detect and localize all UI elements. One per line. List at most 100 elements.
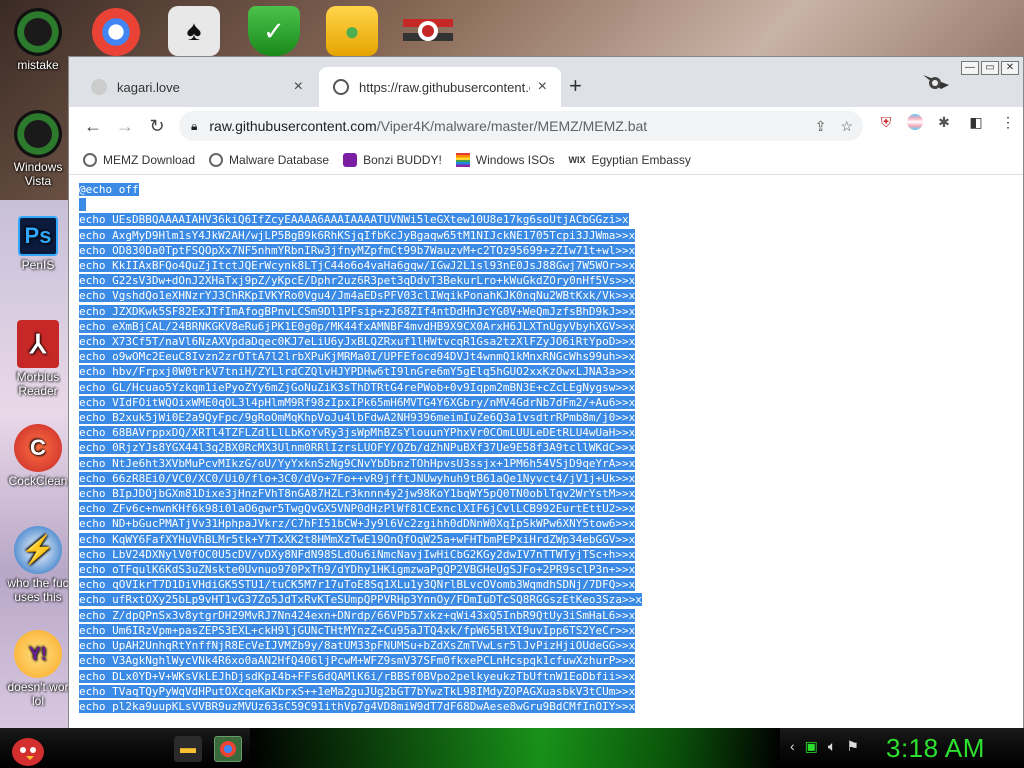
bookmark-bonzi-buddy[interactable]: Bonzi BUDDY! [343, 152, 442, 167]
back-button[interactable]: ← [77, 110, 109, 142]
code-line: echo JZXDKwk5SF82ExJTfImAfogBPnvLCSm9Dl1… [79, 304, 636, 318]
code-line: echo AxgMyD9Hlm1sY4JkW2AH/wjLP5BgB9k6RhK… [79, 228, 636, 242]
menu-dots-icon[interactable]: ⋮ [997, 111, 1019, 133]
code-line: echo UpAH2UnhqRtYnffNjR8EcVeIJVMZb9y/8at… [79, 639, 636, 653]
wix-icon: WIX [568, 154, 586, 165]
bookmark-windows-isos[interactable]: Windows ISOs [455, 152, 554, 167]
chrome-window: kagari.love × https://raw.githubusercont… [68, 56, 1024, 729]
code-line: echo VgshdQo1eXHNzrYJ3ChRKpIVKYRo0Vgu4/J… [79, 289, 636, 303]
code-line: echo 66zR8Ei0/VC0/XC0/Ui0/flo+3C0/dVo+7F… [79, 471, 636, 485]
desktop-icon-windows-vista[interactable]: Windows Vista [3, 110, 73, 188]
code-line: echo LbV24DXNylV0fOC0U5cDV/vDXy8NFdN98SL… [79, 547, 636, 561]
taskbar-clock[interactable]: 3:18 AM [886, 733, 985, 764]
kagari-favicon-icon [91, 79, 107, 95]
code-line: echo ufRxtOXy25bLp9vHT1vG37Zo5JdTxRvKTeS… [79, 593, 642, 607]
globe-icon [83, 152, 97, 167]
desktop-icon-penis[interactable]: Ps PenIS [3, 216, 73, 272]
code-line: echo X73Cf5T/naVl6NzAXVpdaDqec0KJ7eLiU6y… [79, 335, 636, 349]
desktop-icon-label: doesn't wor lol [7, 680, 69, 708]
file-explorer-task-icon[interactable]: ▬ [174, 736, 202, 762]
ublock-icon[interactable]: ⛨ [875, 111, 897, 133]
desktop-icon-label: Windows Vista [13, 160, 63, 188]
bad-piggies-icon[interactable]: ● [326, 6, 378, 56]
incognito-spy-icon[interactable] [921, 69, 951, 93]
minimize-button[interactable]: — [961, 61, 979, 75]
desktop-icon-label: who the fuc uses this [7, 576, 69, 604]
reload-button[interactable]: ↻ [141, 110, 173, 142]
bookmark-star-icon[interactable]: ☆ [840, 118, 853, 135]
code-line: @echo off [79, 183, 139, 196]
code-line: echo TVaqTQyPyWqVdHPutOXcqeKaKbrxS++1eMa… [79, 684, 636, 698]
angry-bird-start-icon[interactable] [8, 730, 48, 768]
code-line: echo KqWY6FafXYHuVhBLMr5tk+Y7TxXK2t8HMmX… [79, 532, 636, 546]
tab-close-icon[interactable]: × [294, 78, 303, 96]
desktop-icon-label: Morbius Reader [16, 370, 60, 398]
tab-strip: kagari.love × https://raw.githubusercont… [69, 57, 1023, 107]
side-panel-icon[interactable]: ◧ [965, 111, 987, 133]
system-tray: ‹ ▣ 🔈︎ ⚑ [790, 738, 859, 755]
close-window-button[interactable]: ✕ [1001, 61, 1019, 75]
chrome-desktop-icon[interactable] [92, 8, 140, 56]
forward-button[interactable]: → [109, 110, 141, 142]
solitaire-icon[interactable]: ♠ [168, 6, 220, 56]
yahoo-messenger-icon: Y! [14, 630, 62, 678]
hammer-sickle-icon[interactable] [402, 6, 454, 56]
network-icon[interactable]: ▣ [805, 738, 818, 755]
code-line: echo hbv/Frpxj0W0trkV7tniH/ZYLlrdCZQlvHJ… [79, 365, 636, 379]
bookmark-egyptian-embassy[interactable]: WIX Egyptian Embassy [568, 153, 690, 167]
mistake-icon [14, 8, 62, 56]
tab-close-icon[interactable]: × [538, 78, 547, 96]
code-line: echo VIdFOitWQOixWME0qOL3l4pHlmM9Rf98zIp… [79, 395, 636, 409]
rainbow-flag-icon [455, 152, 470, 167]
code-line: echo V3AgkNghlWycVNk4R6xo0aAN2HfQ406ljPc… [79, 654, 636, 668]
security-shield-icon[interactable]: ✓ [248, 6, 300, 56]
address-bar[interactable]: 🔒︎ raw.githubusercontent.com/Viper4K/mal… [179, 111, 863, 141]
photoshop-icon: Ps [18, 216, 58, 256]
url-host: raw.githubusercontent.com [209, 118, 377, 134]
bookmark-malware-database[interactable]: Malware Database [209, 152, 329, 167]
code-line: echo G22sV3Dw+dOnJ2XHaTxj9pZ/yKpcE/Dphr2… [79, 274, 636, 288]
url-path: /Viper4K/malware/master/MEMZ/MEMZ.bat [376, 118, 648, 134]
code-line: echo ND+bGucPMATjVv31HphpaJVkrz/C7hFI51b… [79, 517, 636, 531]
code-line: echo 0RjzYJs8YGX44l3q2BX0RcMX3Ulnm0RRlIz… [79, 441, 636, 455]
flag-icon[interactable]: ⚑ [846, 738, 859, 755]
desktop-icon-doesnt-work[interactable]: Y! doesn't wor lol [3, 630, 73, 708]
code-line [79, 198, 86, 212]
chrome-task-icon[interactable] [214, 736, 242, 762]
share-icon[interactable]: ⇪ [815, 118, 827, 135]
bookmarks-bar: MEMZ Download Malware Database Bonzi BUD… [69, 145, 1023, 175]
globe-icon [209, 152, 224, 167]
code-line: echo qOVIkrT7D1DiVHdiGK5STU1/tuCK5M7r17u… [79, 578, 636, 592]
volume-icon[interactable]: 🔈︎ [828, 738, 836, 755]
code-line: echo B2xuk5jWi0E2a9QyFpc/9gRoOmMqKhpVoJu… [79, 411, 636, 425]
tray-chevron-icon[interactable]: ‹ [790, 738, 795, 755]
desktop-icon-cockclean[interactable]: C CockClean [3, 424, 73, 488]
code-line: echo eXmBjCAL/24BRNKGKV8eRu6jPK1E0g0p/MK… [79, 319, 636, 333]
taskbar [0, 728, 1024, 768]
tab-title: kagari.love [117, 79, 180, 95]
code-line: echo oTFqulK6KdS3uZNskte0Uvnuo970PxTh9/d… [79, 563, 636, 577]
tab-kagari[interactable]: kagari.love × [77, 67, 317, 107]
trans-flag-extension-icon[interactable] [907, 114, 923, 130]
code-line: echo Z/dpQPnSx3v8ytgrDH29MvRJ7Nn424exn+D… [79, 608, 636, 622]
desktop-icon-label: PenIS [21, 258, 55, 272]
desktop-icon-label: mistake [17, 58, 59, 72]
maximize-button[interactable]: ▭ [981, 61, 999, 75]
desktop-icon-who-the-fuc[interactable]: ⚡ who the fuc uses this [3, 526, 73, 604]
lock-icon: 🔒︎ [191, 118, 198, 133]
desktop-icon-label: CockClean [8, 474, 68, 488]
bookmark-memz-download[interactable]: MEMZ Download [83, 152, 196, 167]
code-line: echo BIpJDOjbGXm81Dixe3jHnzFVhT8nGA87HZL… [79, 487, 636, 501]
extensions-puzzle-icon[interactable]: ✱ [933, 111, 955, 133]
tab-raw-github[interactable]: https://raw.githubusercontent.co × [319, 67, 561, 107]
code-line: echo OD830Da0TptFSQOpXx7NF5nhmYRbnIRw3jf… [79, 243, 636, 257]
desktop-icon-morbius-reader[interactable]: ⅄ Morbius Reader [3, 320, 73, 398]
code-line: echo GL/Hcuao5Yzkqm1iePyoZYy6mZjGoNuZiK3… [79, 380, 636, 394]
desktop-icon-mistake[interactable]: mistake [3, 8, 73, 72]
bookmark-label: MEMZ Download [103, 152, 196, 167]
code-line: echo NtJe6ht3XVbMuPcvMIkzG/oU/YyYxknSzNg… [79, 456, 636, 470]
new-tab-button[interactable]: + [569, 73, 582, 99]
page-content[interactable]: @echo off echo UEsDBBQAAAAIAHV36kiQ6IfZc… [69, 176, 1023, 729]
batch-file-source[interactable]: @echo off echo UEsDBBQAAAAIAHV36kiQ6IfZc… [79, 182, 642, 714]
ccleaner-icon: C [14, 424, 62, 472]
